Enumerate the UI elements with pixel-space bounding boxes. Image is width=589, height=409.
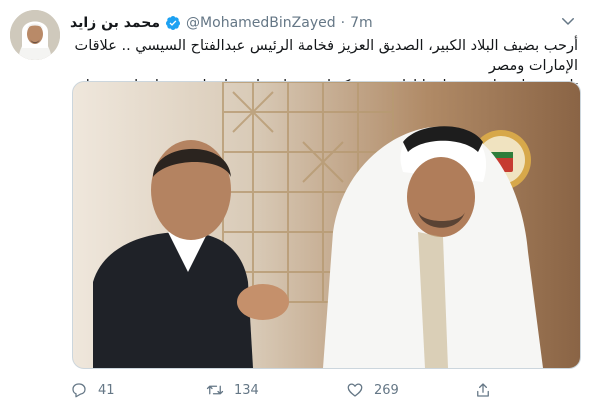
share-button[interactable] (474, 378, 492, 402)
verified-badge-icon (166, 16, 181, 30)
tweet[interactable]: محمد بن زايد @MohamedBinZayed · 7m أرحب … (0, 0, 589, 409)
avatar-image (10, 10, 60, 60)
retweet-icon (206, 385, 224, 395)
retweet-button[interactable]: 134 (206, 378, 259, 402)
separator-dot: · (340, 15, 346, 31)
tweet-header: محمد بن زايد @MohamedBinZayed · 7m (70, 12, 373, 34)
chevron-down-icon[interactable] (559, 12, 577, 30)
heart-icon (347, 383, 363, 397)
avatar[interactable] (10, 10, 60, 60)
tweet-text-line-1: أرحب بضيف البلاد الكبير، الصديق العزيز ف… (74, 38, 578, 74)
author-name[interactable]: محمد بن زايد (70, 15, 160, 31)
action-bar: 41 134 269 (70, 378, 500, 402)
reply-icon (72, 383, 86, 398)
reply-button[interactable]: 41 (70, 378, 115, 402)
retweet-count: 134 (234, 382, 259, 398)
tweet-timestamp[interactable]: 7m (350, 15, 373, 31)
tweet-photo[interactable] (72, 81, 581, 369)
share-icon (477, 383, 489, 397)
author-handle[interactable]: @MohamedBinZayed (186, 15, 336, 31)
like-count: 269 (374, 382, 399, 398)
like-button[interactable]: 269 (346, 378, 399, 402)
reply-count: 41 (98, 382, 115, 398)
photo-image (73, 82, 580, 368)
